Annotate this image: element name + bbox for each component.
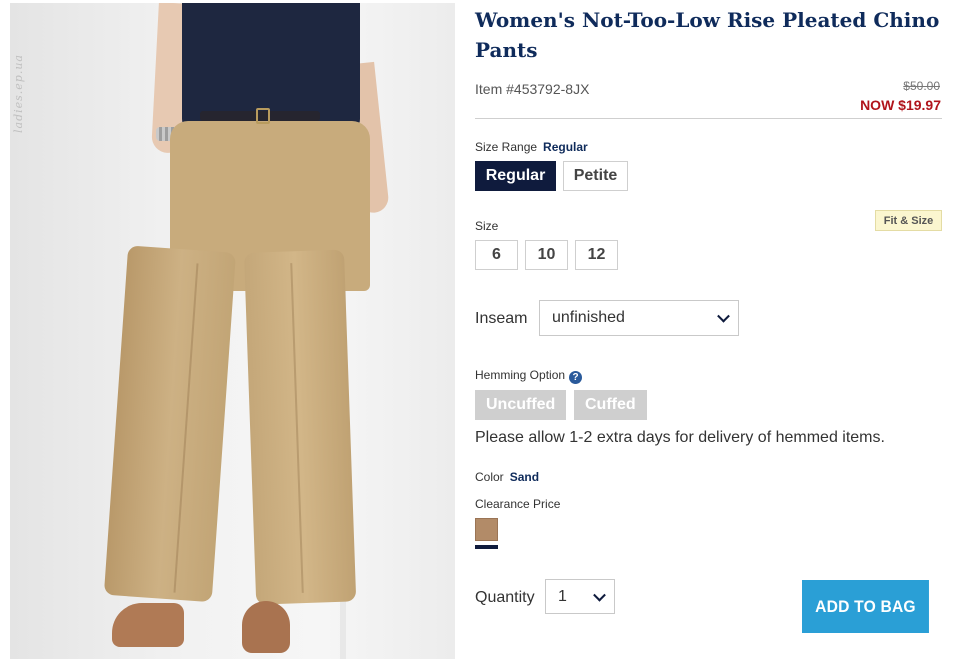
hemming-option-label: Hemming Option? xyxy=(475,368,583,384)
inseam-select[interactable]: unfinished xyxy=(539,300,739,336)
model-right-shoe xyxy=(242,601,290,653)
color-label: Color Sand xyxy=(475,470,539,484)
hemming-option-label-text: Hemming Option xyxy=(475,368,566,382)
clearance-price-label: Clearance Price xyxy=(475,497,561,511)
hem-uncuffed-button[interactable]: Uncuffed xyxy=(475,390,567,420)
fit-and-size-link[interactable]: Fit & Size xyxy=(875,210,942,231)
model-left-shoe xyxy=(112,603,184,647)
hem-cuffed-button[interactable]: Cuffed xyxy=(574,390,647,420)
size-range-petite-button[interactable]: Petite xyxy=(563,161,628,191)
chevron-down-icon xyxy=(717,309,730,323)
pants-left-leg xyxy=(103,245,236,603)
size-range-label-text: Size Range xyxy=(475,140,538,154)
sale-price: NOW $19.97 xyxy=(860,97,941,113)
size-range-selected-value: Regular xyxy=(543,140,588,154)
quantity-selected-value: 1 xyxy=(558,587,567,605)
color-swatch-sand[interactable] xyxy=(475,518,498,541)
color-selected-value: Sand xyxy=(509,470,540,484)
inseam-selected-value: unfinished xyxy=(552,309,625,326)
size-option-10[interactable]: 10 xyxy=(525,240,568,270)
selected-swatch-indicator xyxy=(475,545,498,549)
quantity-select[interactable]: 1 xyxy=(545,579,615,614)
inseam-label: Inseam xyxy=(475,310,528,327)
original-price: $50.00 xyxy=(903,79,940,93)
size-label: Size xyxy=(475,219,499,233)
hemming-delivery-note: Please allow 1-2 extra days for delivery… xyxy=(475,429,885,446)
product-title: Women's Not-Too-Low Rise Pleated Chino P… xyxy=(475,8,940,62)
size-option-12[interactable]: 12 xyxy=(575,240,618,270)
quantity-label: Quantity xyxy=(475,589,535,606)
price-divider xyxy=(475,118,942,119)
product-image[interactable]: ladies.ep.ua xyxy=(10,3,455,659)
item-number: Item #453792-8JX xyxy=(475,81,590,97)
add-to-bag-button[interactable]: ADD TO BAG xyxy=(802,580,929,633)
question-circle-icon[interactable]: ? xyxy=(569,371,583,384)
belt-buckle xyxy=(256,108,270,124)
chevron-down-icon xyxy=(593,588,606,602)
image-watermark: ladies.ep.ua xyxy=(12,54,25,133)
size-range-label: Size Range Regular xyxy=(475,140,588,154)
color-label-text: Color xyxy=(475,470,504,484)
size-range-regular-button[interactable]: Regular xyxy=(475,161,556,191)
size-option-6[interactable]: 6 xyxy=(475,240,518,270)
